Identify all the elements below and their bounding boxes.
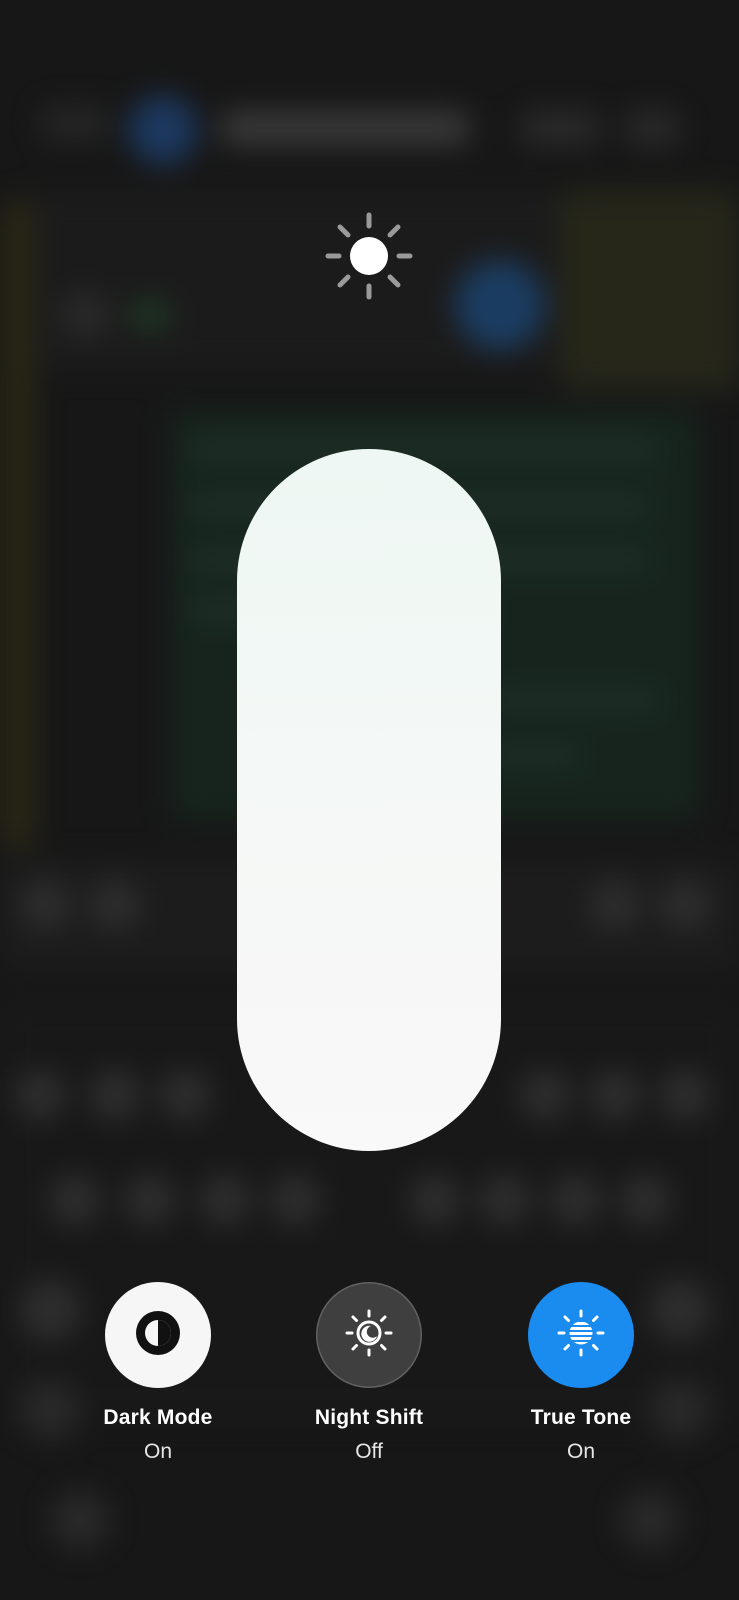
dark-mode-toggle[interactable]: Dark Mode On <box>58 1282 258 1464</box>
dark-mode-label: Dark Mode <box>103 1406 213 1429</box>
dark-mode-button[interactable] <box>105 1282 211 1388</box>
brightness-slider-fill <box>237 449 501 1151</box>
true-tone-state: On <box>566 1440 595 1463</box>
night-shift-button[interactable] <box>316 1282 422 1388</box>
display-controls: Dark Mode On Night Shift Off True Tone O… <box>0 1282 739 1482</box>
night-shift-label: Night Shift <box>314 1406 424 1429</box>
brightness-slider[interactable] <box>237 449 501 1151</box>
brightness-control-screen: Dark Mode On Night Shift Off True Tone O… <box>0 0 739 1600</box>
true-tone-icon <box>554 1306 608 1365</box>
sun-icon <box>325 212 413 300</box>
dark-mode-icon <box>133 1308 183 1363</box>
dark-mode-state: On <box>143 1440 172 1463</box>
night-shift-icon <box>342 1306 396 1365</box>
night-shift-toggle[interactable]: Night Shift Off <box>269 1282 469 1464</box>
true-tone-label: True Tone <box>530 1406 632 1429</box>
true-tone-toggle[interactable]: True Tone On <box>481 1282 681 1464</box>
night-shift-state: Off <box>355 1440 383 1463</box>
true-tone-button[interactable] <box>528 1282 634 1388</box>
